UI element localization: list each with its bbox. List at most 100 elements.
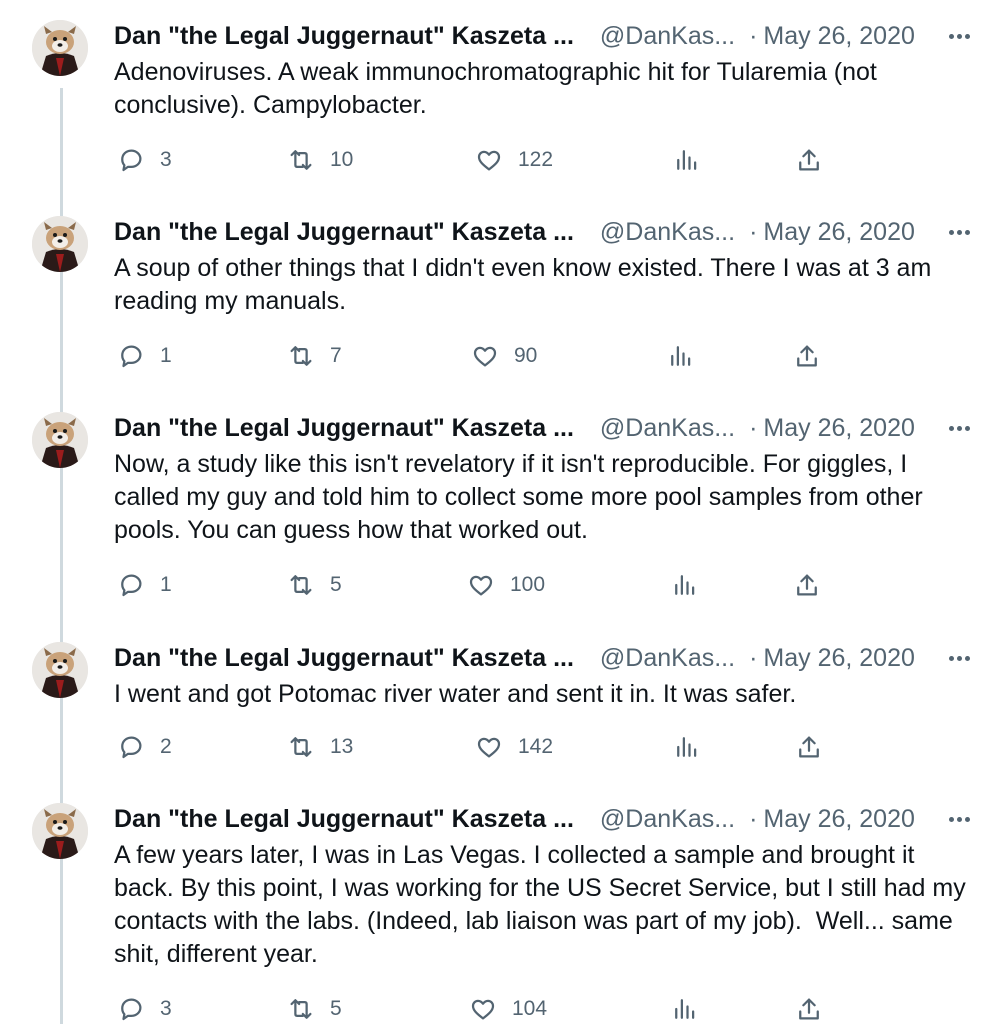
user-handle[interactable]: @DanKas... [600,414,735,443]
heart-icon [477,150,501,171]
retweet-button[interactable]: 5 [286,993,342,1025]
more-options-button[interactable] [944,644,974,672]
tweet-actions: 3 10 122 [0,144,1002,176]
like-button[interactable]: 122 [474,144,553,176]
retweet-arrows-icon [290,346,312,366]
tweet-header: Dan "the Legal Juggernaut" Kaszeta ... @… [114,214,915,250]
reply-button[interactable]: 1 [116,340,172,372]
views-button[interactable] [672,144,702,176]
share-button[interactable] [794,144,824,176]
share-button[interactable] [792,569,822,601]
views-button[interactable] [670,993,700,1025]
speech-bubble-icon [121,345,142,368]
retweet-button[interactable]: 13 [286,731,353,763]
retweet-button[interactable]: 10 [286,144,353,176]
cartoon-dog-avatar-icon [32,803,88,859]
separator-dot: · [749,413,758,442]
reply-count: 1 [160,573,172,596]
views-button[interactable] [672,731,702,763]
tweet-header: Dan "the Legal Juggernaut" Kaszeta ... @… [114,640,915,676]
more-options-button[interactable] [944,414,974,442]
share-upload-icon [799,149,819,171]
avatar[interactable] [32,412,88,468]
tweet-date[interactable]: May 26, 2020 [763,805,915,834]
retweet-arrows-icon [290,575,312,595]
tweet-text: A soup of other things that I didn't eve… [114,254,939,315]
user-handle[interactable]: @DanKas... [600,644,735,673]
speech-bubble-icon [121,149,142,172]
retweet-count: 10 [330,148,354,171]
like-button[interactable]: 142 [474,731,553,763]
like-count: 142 [518,735,554,758]
heart-icon [477,737,501,758]
share-upload-icon [799,736,819,758]
speech-bubble-icon [121,574,142,597]
retweet-count: 5 [330,573,342,596]
reply-button[interactable]: 3 [116,144,172,176]
speech-bubble-icon [121,998,142,1021]
more-options-button[interactable] [944,218,974,246]
like-button[interactable]: 90 [470,340,537,372]
share-button[interactable] [792,340,822,372]
user-handle[interactable]: @DanKas... [600,805,735,834]
heart-icon [471,999,495,1020]
display-name[interactable]: Dan "the Legal Juggernaut" Kaszeta ... [114,22,574,51]
display-name[interactable]: Dan "the Legal Juggernaut" Kaszeta ... [114,805,574,834]
tweet-text: Adenoviruses. A weak immunochromatograph… [114,58,884,119]
tweet-header: Dan "the Legal Juggernaut" Kaszeta ... @… [114,801,915,837]
reply-count: 1 [160,344,172,367]
retweet-arrows-icon [290,150,312,170]
avatar[interactable] [32,20,88,76]
more-dots-icon [947,33,971,39]
bar-chart-icon [677,737,697,757]
tweet-date[interactable]: May 26, 2020 [763,644,915,673]
share-button[interactable] [794,731,824,763]
separator-dot: · [749,643,758,672]
reply-button[interactable]: 2 [116,731,172,763]
retweet-count: 5 [330,997,342,1020]
like-count: 122 [518,148,554,171]
tweet-text: A few years later, I was in Las Vegas. I… [114,841,973,968]
retweet-button[interactable]: 7 [286,340,342,372]
heart-icon [469,575,493,596]
more-options-button[interactable] [944,22,974,50]
retweet-arrows-icon [290,737,312,757]
tweet-header: Dan "the Legal Juggernaut" Kaszeta ... @… [114,18,915,54]
views-button[interactable] [670,569,700,601]
display-name[interactable]: Dan "the Legal Juggernaut" Kaszeta ... [114,644,574,673]
avatar[interactable] [32,803,88,859]
tweet-actions: 1 5 100 [0,569,1002,601]
reply-button[interactable]: 3 [116,993,172,1025]
avatar[interactable] [32,216,88,272]
bar-chart-icon [671,346,691,366]
reply-button[interactable]: 1 [116,569,172,601]
tweet-date[interactable]: May 26, 2020 [763,218,915,247]
more-options-button[interactable] [944,805,974,833]
retweet-button[interactable]: 5 [286,569,342,601]
tweet-actions: 2 13 142 [0,731,1002,763]
share-button[interactable] [794,993,824,1025]
cartoon-dog-avatar-icon [32,642,88,698]
like-count: 100 [510,573,546,596]
user-handle[interactable]: @DanKas... [600,218,735,247]
display-name[interactable]: Dan "the Legal Juggernaut" Kaszeta ... [114,218,574,247]
tweet-date[interactable]: May 26, 2020 [763,22,915,51]
cartoon-dog-avatar-icon [32,20,88,76]
bar-chart-icon [677,150,697,170]
user-handle[interactable]: @DanKas... [600,22,735,51]
retweet-arrows-icon [290,999,312,1019]
like-count: 90 [514,344,538,367]
tweet-header: Dan "the Legal Juggernaut" Kaszeta ... @… [114,410,915,446]
tweet-text: Now, a study like this isn't revelatory … [114,450,930,544]
views-button[interactable] [666,340,696,372]
reply-count: 3 [160,997,172,1020]
reply-count: 3 [160,148,172,171]
display-name[interactable]: Dan "the Legal Juggernaut" Kaszeta ... [114,414,574,443]
tweet-date[interactable]: May 26, 2020 [763,414,915,443]
tweet-actions: 3 5 104 [0,993,1002,1025]
like-button[interactable]: 100 [466,569,545,601]
avatar[interactable] [32,642,88,698]
cartoon-dog-avatar-icon [32,412,88,468]
like-button[interactable]: 104 [468,993,547,1025]
more-dots-icon [947,425,971,431]
